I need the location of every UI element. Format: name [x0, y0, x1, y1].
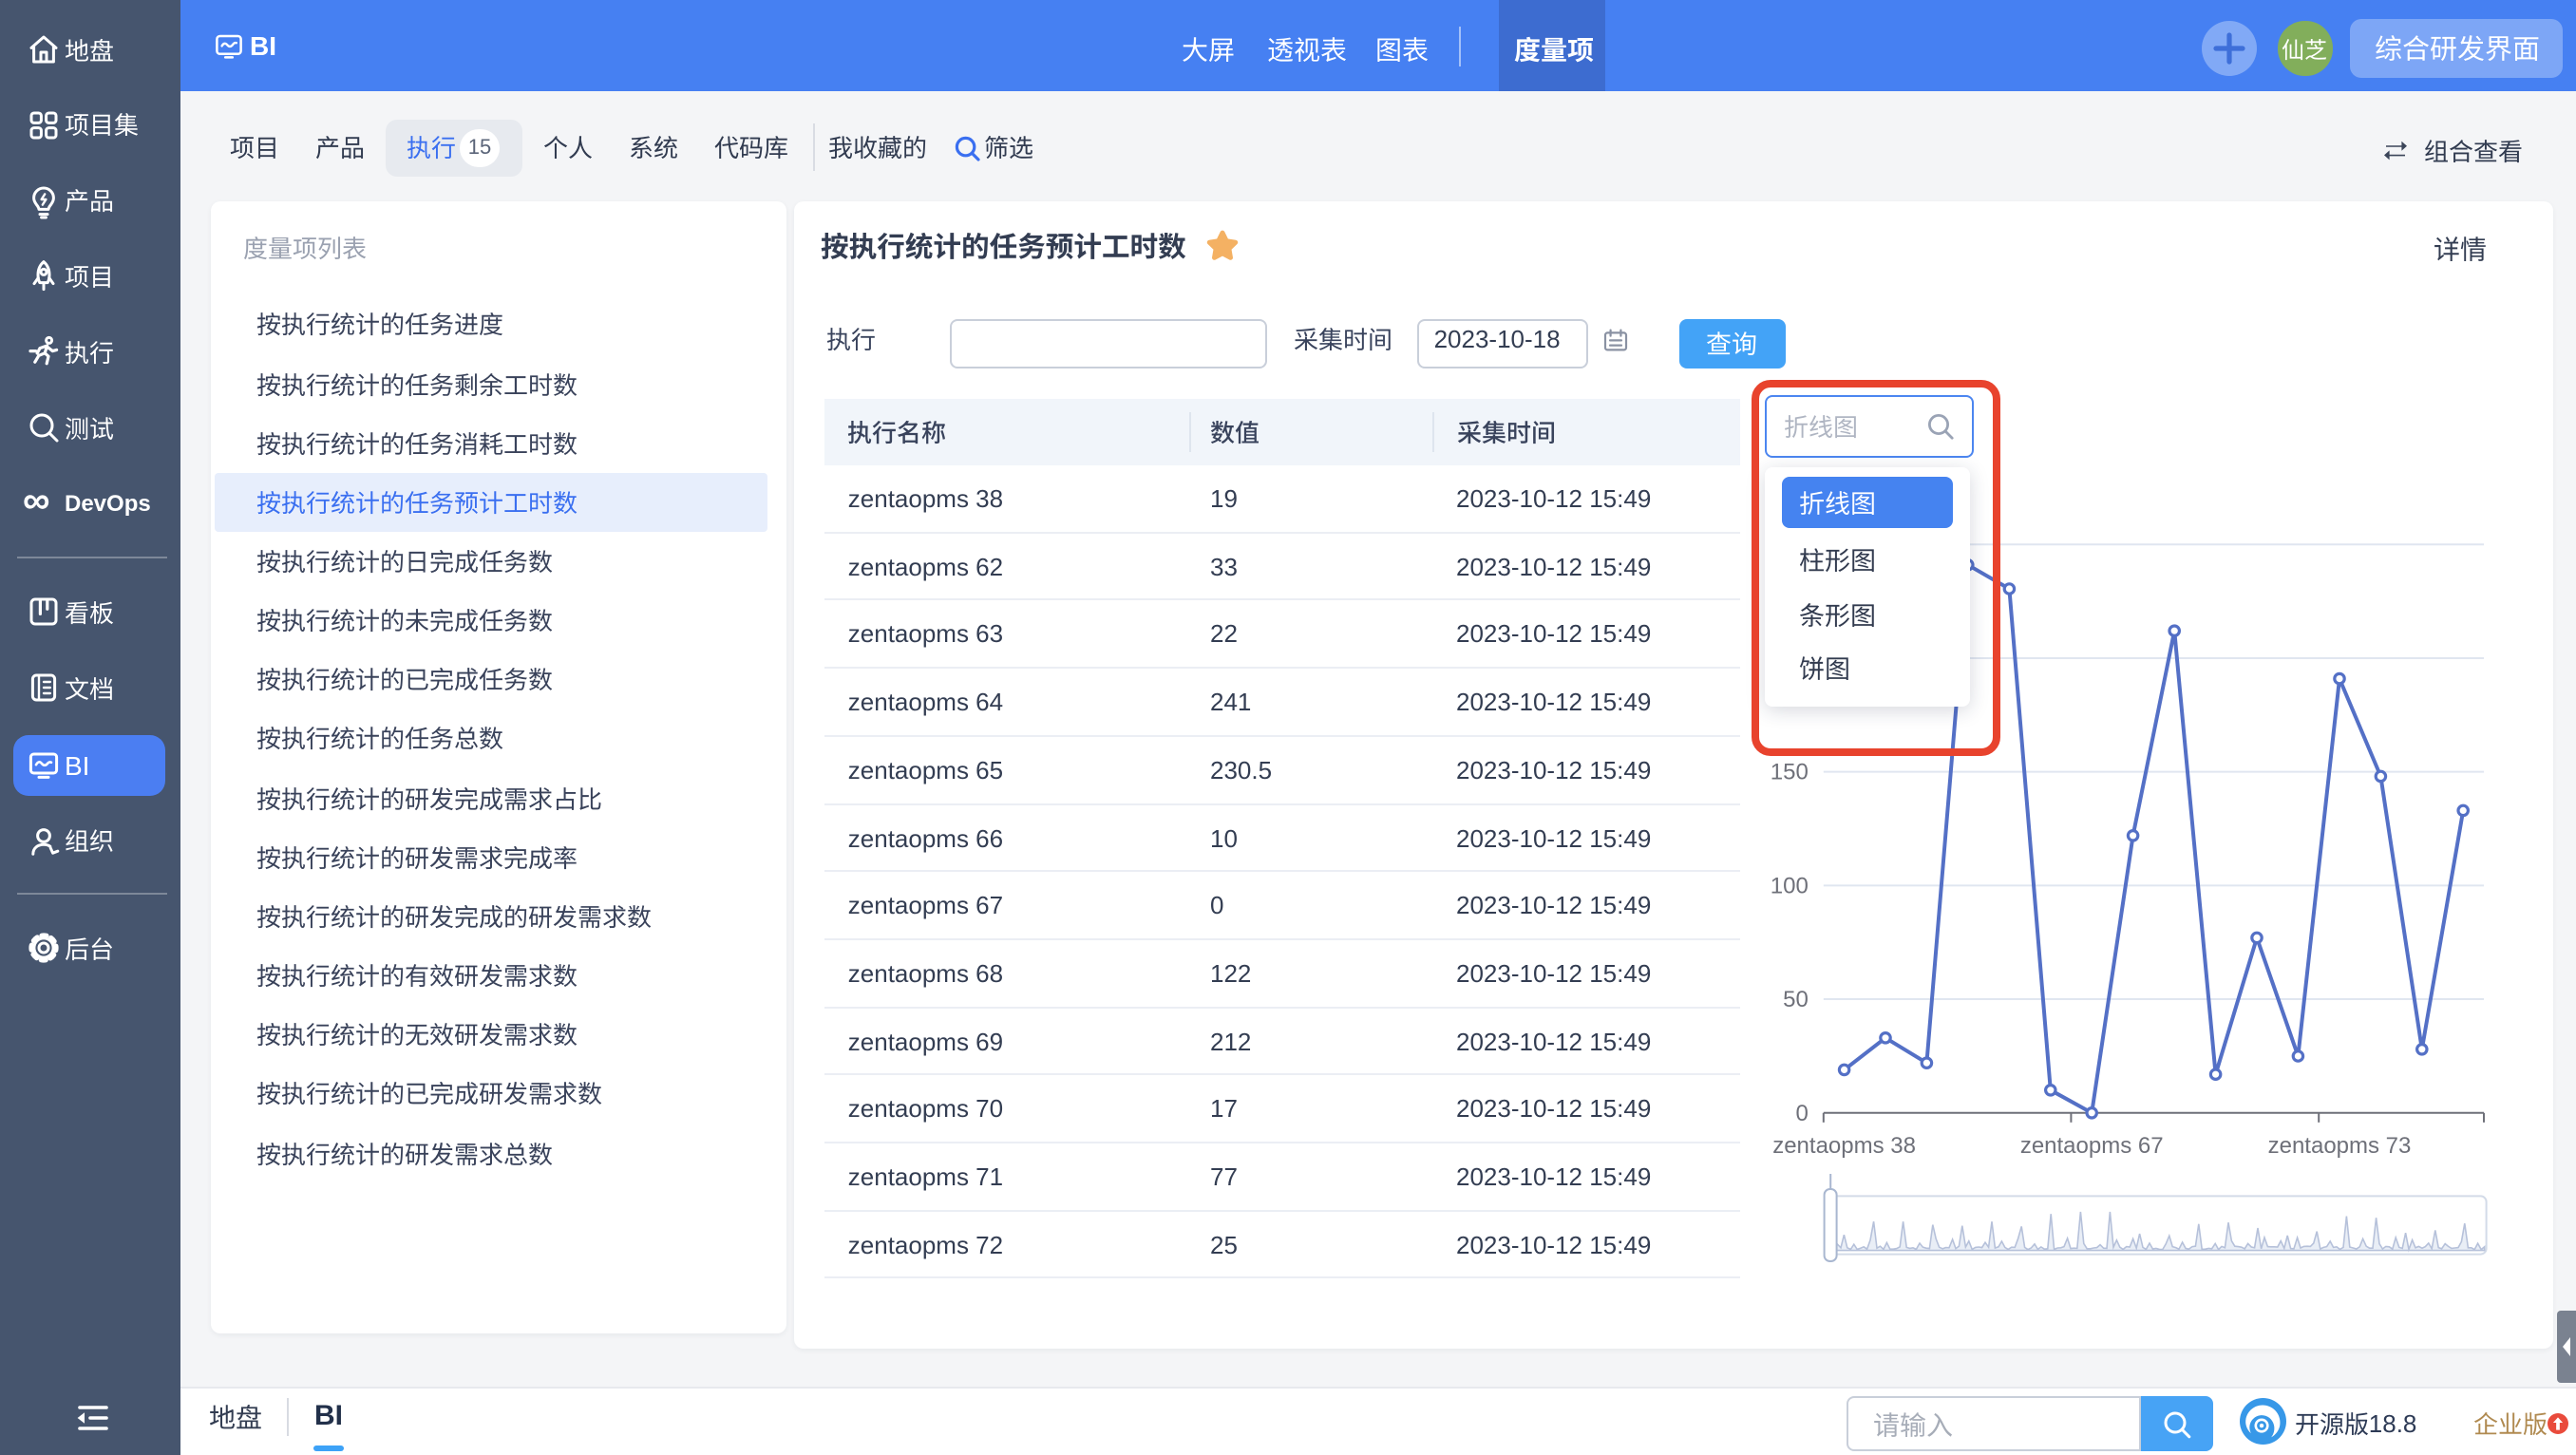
svg-text:zentaopms 67: zentaopms 67	[2020, 1133, 2164, 1159]
svg-text:zentaopms 73: zentaopms 73	[2268, 1133, 2412, 1159]
svg-text:150: 150	[1771, 760, 1809, 785]
svg-text:0: 0	[1795, 1101, 1808, 1126]
svg-text:zentaopms 38: zentaopms 38	[1772, 1133, 1916, 1159]
svg-text:50: 50	[1783, 987, 1809, 1012]
svg-text:100: 100	[1771, 873, 1809, 898]
